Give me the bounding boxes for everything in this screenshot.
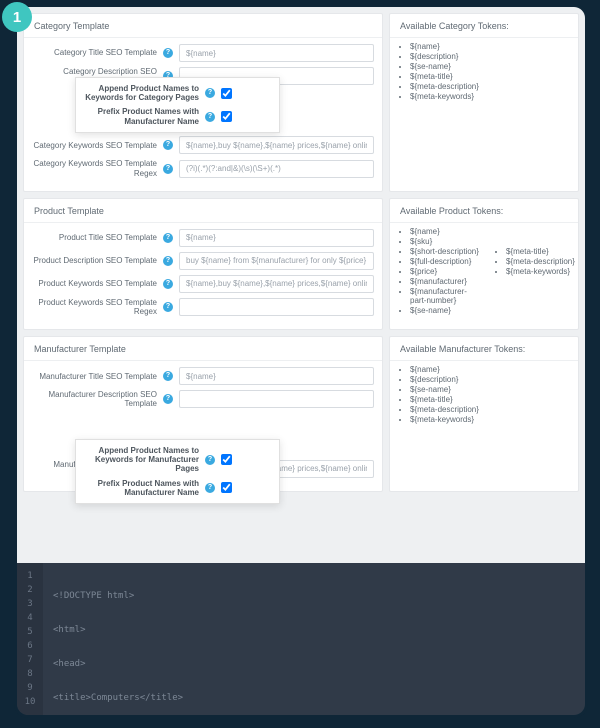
help-icon[interactable]: ? <box>205 483 215 493</box>
checkbox-prefix-manu-manu[interactable] <box>221 482 232 493</box>
help-icon[interactable]: ? <box>163 164 173 174</box>
input-prod-kw-seo[interactable] <box>179 275 374 293</box>
panel-title: Product Template <box>24 199 382 223</box>
panel-title: Manufacturer Template <box>24 337 382 361</box>
help-icon[interactable]: ? <box>163 233 173 243</box>
help-icon[interactable]: ? <box>205 112 215 122</box>
label-append-names-manu: Append Product Names to Keywords for Man… <box>84 446 199 474</box>
help-icon[interactable]: ? <box>163 140 173 150</box>
input-cat-kw-seo[interactable] <box>179 136 374 154</box>
manufacturer-token-list: ${name} ${description} ${se-name} ${meta… <box>390 361 578 429</box>
manufacturer-callout: Append Product Names to Keywords for Man… <box>75 439 280 504</box>
input-prod-kw-regex[interactable] <box>179 298 374 316</box>
panel-title: Available Manufacturer Tokens: <box>390 337 578 361</box>
input-prod-desc-seo[interactable] <box>179 252 374 270</box>
category-callout: Append Product Names to Keywords for Cat… <box>75 77 280 133</box>
step-badge: 1 <box>2 2 32 32</box>
help-icon[interactable]: ? <box>205 455 215 465</box>
label-append-names-cat: Append Product Names to Keywords for Cat… <box>84 84 199 102</box>
label-cat-title-seo: Category Title SEO Template <box>32 48 157 57</box>
main-frame: Category Template Category Title SEO Tem… <box>14 4 588 718</box>
product-tokens-panel: Available Product Tokens: ${name} ${sku}… <box>389 198 579 330</box>
label-manu-desc-seo: Manufacturer Description SEO Template <box>32 390 157 408</box>
label-prod-kw-seo: Product Keywords SEO Template <box>32 279 157 288</box>
panel-title: Category Template <box>24 14 382 38</box>
checkbox-prefix-manu-cat[interactable] <box>221 111 232 122</box>
label-prod-kw-regex: Product Keywords SEO Template Regex <box>32 298 157 316</box>
label-cat-kw-regex: Category Keywords SEO Template Regex <box>32 159 157 177</box>
help-icon[interactable]: ? <box>205 88 215 98</box>
category-tokens-panel: Available Category Tokens: ${name} ${des… <box>389 13 579 192</box>
checkbox-append-names-cat[interactable] <box>221 88 232 99</box>
input-cat-kw-regex[interactable] <box>179 160 374 178</box>
label-prefix-manu-cat: Prefix Product Names with Manufacturer N… <box>84 107 199 125</box>
label-manu-title-seo: Manufacturer Title SEO Template <box>32 372 157 381</box>
product-token-list-right: ${meta-title} ${meta-description} ${meta… <box>492 223 578 320</box>
help-icon[interactable]: ? <box>163 48 173 58</box>
input-prod-title-seo[interactable] <box>179 229 374 247</box>
help-icon[interactable]: ? <box>163 394 173 404</box>
checkbox-append-names-manu[interactable] <box>221 454 232 465</box>
code-gutter: 12345678910 <box>17 563 43 718</box>
label-prod-title-seo: Product Title SEO Template <box>32 233 157 242</box>
product-template-panel: Product Template Product Title SEO Templ… <box>23 198 383 330</box>
help-icon[interactable]: ? <box>163 256 173 266</box>
help-icon[interactable]: ? <box>163 279 173 289</box>
code-editor: 12345678910 <!DOCTYPE html> <html> <head… <box>17 563 585 718</box>
input-manu-title-seo[interactable] <box>179 367 374 385</box>
product-token-list-left: ${name} ${sku} ${short-description} ${fu… <box>390 223 482 320</box>
panel-title: Available Category Tokens: <box>390 14 578 38</box>
label-cat-kw-seo: Category Keywords SEO Template <box>32 141 157 150</box>
form-area: Category Template Category Title SEO Tem… <box>17 7 585 563</box>
input-cat-title-seo[interactable] <box>179 44 374 62</box>
help-icon[interactable]: ? <box>163 371 173 381</box>
label-prefix-manu-manu: Prefix Product Names with Manufacturer N… <box>84 479 199 497</box>
help-icon[interactable]: ? <box>163 302 173 312</box>
code-content: <!DOCTYPE html> <html> <head> <title>Com… <box>43 563 585 718</box>
label-prod-desc-seo: Product Description SEO Template <box>32 256 157 265</box>
category-token-list: ${name} ${description} ${se-name} ${meta… <box>390 38 578 106</box>
input-manu-desc-seo[interactable] <box>179 390 374 408</box>
manufacturer-tokens-panel: Available Manufacturer Tokens: ${name} $… <box>389 336 579 492</box>
panel-title: Available Product Tokens: <box>390 199 578 223</box>
